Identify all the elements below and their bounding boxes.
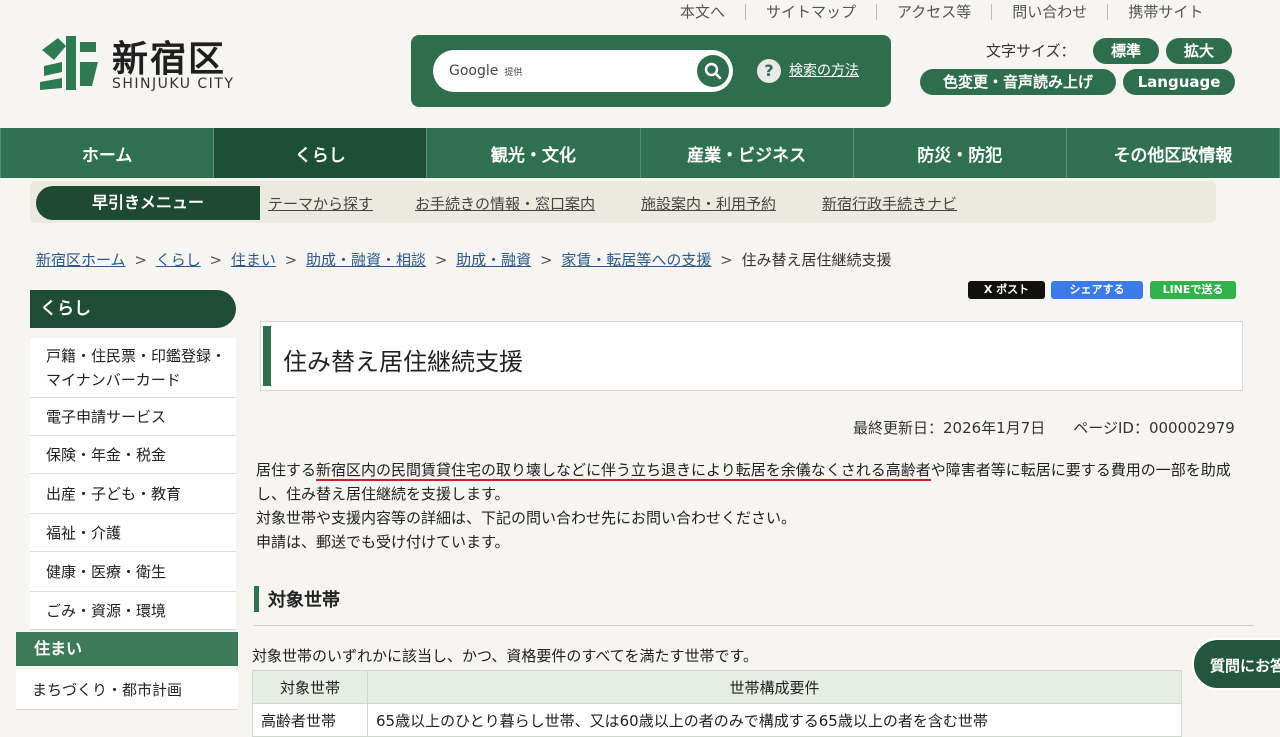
last-updated: 最終更新日：2026年1月7日 — [853, 419, 1046, 437]
table-header-row: 対象世帯 世帯構成要件 — [252, 670, 1182, 704]
table-header: 世帯構成要件 — [367, 670, 1182, 704]
body-line-3: 申請は、郵送でも受け付けています。 — [256, 533, 510, 551]
question-button[interactable]: 質問にお答え — [1192, 638, 1280, 690]
breadcrumb-subsidy[interactable]: 助成・融資 — [456, 251, 531, 269]
page-title: 住み替え居住継続支援 — [283, 348, 523, 376]
nav-home[interactable]: ホーム — [0, 128, 215, 178]
logo-japanese: 新宿区 — [112, 39, 227, 80]
access-link[interactable]: アクセス等 — [876, 4, 991, 20]
quick-link-facilities[interactable]: 施設案内・利用予約 — [641, 193, 776, 214]
quick-menu-title: 早引きメニュー — [36, 186, 260, 220]
main-nav: ホーム くらし 観光・文化 産業・ビジネス 防災・防犯 その他区政情報 — [0, 128, 1280, 178]
logo-english: SHINJUKU CITY — [112, 76, 235, 92]
sidebar-item-childcare[interactable]: 出産・子ども・教育 — [30, 474, 236, 514]
facebook-share-button[interactable]: シェアする — [1051, 281, 1143, 299]
nav-tourism-culture[interactable]: 観光・文化 — [427, 128, 641, 178]
quick-link-theme[interactable]: テーマから探す — [268, 193, 373, 214]
breadcrumb-subsidy-consult[interactable]: 助成・融資・相談 — [306, 251, 426, 269]
quick-menu-bar: 早引きメニュー テーマから探す お手続きの情報・窓口案内 施設案内・利用予約 新… — [30, 181, 1216, 223]
sidebar-item-garbage[interactable]: ごみ・資源・環境 — [30, 592, 236, 630]
sidebar-item-welfare[interactable]: 福祉・介護 — [30, 514, 236, 552]
nav-other-info[interactable]: その他区政情報 — [1067, 128, 1280, 178]
search-button[interactable] — [697, 55, 729, 87]
search-box: Google 提供 ? 検索の方法 — [411, 35, 891, 107]
shinjuku-emblem-icon — [40, 36, 98, 90]
sidebar-item-insurance-tax[interactable]: 保険・年金・税金 — [30, 436, 236, 474]
breadcrumb-current: 住み替え居住継続支援 — [741, 251, 892, 269]
search-help-link[interactable]: 検索の方法 — [789, 60, 859, 80]
sidebar-item-health[interactable]: 健康・医療・衛生 — [30, 552, 236, 592]
language-button[interactable]: Language — [1123, 69, 1235, 95]
line-share-button[interactable]: LINEで送る — [1150, 281, 1236, 299]
skip-to-content-link[interactable]: 本文へ — [660, 4, 745, 20]
body-line-2: 対象世帯や支援内容等の詳細は、下記の問い合わせ先にお問い合わせください。 — [256, 509, 797, 527]
sidebar-head[interactable]: くらし — [30, 290, 236, 328]
font-size-label: 文字サイズ： — [986, 42, 1076, 60]
quick-link-navi[interactable]: 新宿行政手続きナビ — [822, 193, 957, 214]
search-icon — [704, 62, 722, 80]
site-logo[interactable]: 新宿区 SHINJUKU CITY — [36, 32, 246, 96]
breadcrumb-rent-support[interactable]: 家賃・転居等への支援 — [561, 251, 711, 269]
sidebar-section-housing[interactable]: 住まい — [16, 632, 238, 666]
page-id: ページID：000002979 — [1073, 419, 1235, 437]
highlighted-text: 新宿区内の民間賃貸住宅の取り壊しなどに伴う立ち退きにより転居を余儀なくされる高齢… — [316, 461, 931, 481]
breadcrumb: 新宿区ホーム > くらし > 住まい > 助成・融資・相談 > 助成・融資 > … — [36, 251, 892, 269]
body-line-1: 居住する新宿区内の民間賃貸住宅の取り壊しなどに伴う立ち退きにより転居を余儀なくさ… — [256, 461, 1231, 503]
sidebar-item-e-application[interactable]: 電子申請サービス — [30, 398, 236, 436]
color-voice-button[interactable]: 色変更・音声読み上げ — [920, 69, 1116, 95]
x-post-button[interactable]: X ポスト — [968, 281, 1045, 299]
table-row: 高齢者世帯 65歳以上のひとり暮らし世帯、又は60歳以上の者のみで構成する65歳… — [252, 703, 1182, 737]
contact-link[interactable]: 問い合わせ — [991, 4, 1107, 20]
nav-disaster-prevention[interactable]: 防災・防犯 — [854, 128, 1067, 178]
sidebar-item-urban-planning[interactable]: まちづくり・都市計画 — [16, 670, 238, 710]
font-size-large-button[interactable]: 拡大 — [1166, 38, 1232, 64]
nav-life[interactable]: くらし — [214, 128, 428, 178]
help-icon[interactable]: ? — [757, 59, 781, 83]
table-cell: 高齢者世帯 — [252, 703, 368, 737]
breadcrumb-life[interactable]: くらし — [156, 251, 201, 269]
eligibility-table: 対象世帯 世帯構成要件 高齢者世帯 65歳以上のひとり暮らし世帯、又は60歳以上… — [252, 670, 1182, 737]
page-meta: 最終更新日：2026年1月7日 ページID：000002979 — [853, 417, 1235, 438]
breadcrumb-housing[interactable]: 住まい — [231, 251, 276, 269]
sidebar-item-family-register[interactable]: 戸籍・住民票・印鑑登録・マイナンバーカード — [30, 338, 236, 398]
google-label: Google 提供 — [449, 63, 523, 79]
mobile-site-link[interactable]: 携帯サイト — [1107, 4, 1223, 20]
quick-link-procedures[interactable]: お手続きの情報・窓口案内 — [415, 193, 595, 214]
section-accent-bar — [254, 586, 259, 612]
table-cell: 65歳以上のひとり暮らし世帯、又は60歳以上の者のみで構成する65歳以上の者を含… — [367, 703, 1182, 737]
body-text: 居住する新宿区内の民間賃貸住宅の取り壊しなどに伴う立ち退きにより転居を余儀なくさ… — [256, 458, 1246, 554]
font-size-normal-button[interactable]: 標準 — [1093, 38, 1159, 64]
breadcrumb-home[interactable]: 新宿区ホーム — [36, 251, 126, 269]
sidebar: くらし 戸籍・住民票・印鑑登録・マイナンバーカード 電子申請サービス 保険・年金… — [16, 290, 238, 719]
section-title: 対象世帯 — [268, 590, 340, 611]
table-header: 対象世帯 — [252, 670, 368, 704]
page-title-box: 住み替え居住継続支援 — [260, 321, 1243, 391]
nav-industry-business[interactable]: 産業・ビジネス — [641, 128, 854, 178]
title-accent-bar — [263, 326, 271, 386]
sitemap-link[interactable]: サイトマップ — [745, 4, 876, 20]
section-divider — [254, 625, 1254, 626]
utility-links: 本文へ サイトマップ アクセス等 問い合わせ 携帯サイト — [660, 0, 1280, 24]
section-description: 対象世帯のいずれかに該当し、かつ、資格要件のすべてを満たす世帯です。 — [252, 647, 758, 665]
